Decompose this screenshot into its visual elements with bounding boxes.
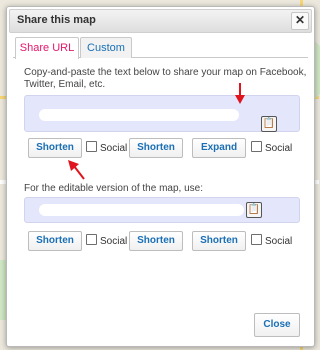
share-description: Copy-and-paste the text below to share y… — [24, 67, 307, 90]
checkbox-icon[interactable] — [86, 141, 97, 152]
share-map-dialog: Share this map ✕ Share URL Custom Copy-a… — [6, 6, 315, 347]
clipboard-icon[interactable]: 📋 — [246, 202, 262, 218]
share-url-field[interactable]: 📋 — [24, 95, 300, 132]
shorten-button[interactable]: Shorten — [28, 231, 82, 251]
redacted-url — [39, 204, 244, 216]
shorten-button[interactable]: Shorten — [129, 231, 183, 251]
social-label: Social — [100, 236, 128, 247]
shorten-button[interactable]: Shorten — [192, 231, 246, 251]
red-arrow-annotation — [68, 160, 85, 180]
checkbox-icon[interactable] — [86, 234, 97, 245]
social-checkbox[interactable]: Social — [86, 234, 127, 247]
edit-description: For the editable version of the map, use… — [24, 183, 203, 194]
shorten-button[interactable]: Shorten — [129, 138, 183, 158]
tab-bar: Share URL Custom — [13, 35, 308, 59]
tab-share-url[interactable]: Share URL — [15, 37, 79, 59]
social-checkbox[interactable]: Social — [86, 141, 127, 154]
close-icon[interactable]: ✕ — [291, 12, 309, 30]
social-label: Social — [265, 236, 293, 247]
redacted-url — [39, 109, 239, 121]
tab-custom[interactable]: Custom — [80, 37, 132, 58]
shorten-button[interactable]: Shorten — [28, 138, 82, 158]
social-checkbox[interactable]: Social — [251, 141, 292, 154]
dialog-title: Share this map — [17, 14, 96, 26]
red-arrow-annotation — [235, 83, 245, 104]
checkbox-icon[interactable] — [251, 141, 262, 152]
edit-url-field[interactable]: 📋 — [24, 197, 300, 223]
clipboard-icon[interactable]: 📋 — [261, 116, 277, 132]
dialog-titlebar[interactable]: Share this map ✕ — [9, 9, 312, 33]
social-label: Social — [100, 143, 128, 154]
expand-button[interactable]: Expand — [192, 138, 246, 158]
social-label: Social — [265, 143, 293, 154]
social-checkbox[interactable]: Social — [251, 234, 292, 247]
close-button[interactable]: Close — [254, 313, 300, 337]
checkbox-icon[interactable] — [251, 234, 262, 245]
